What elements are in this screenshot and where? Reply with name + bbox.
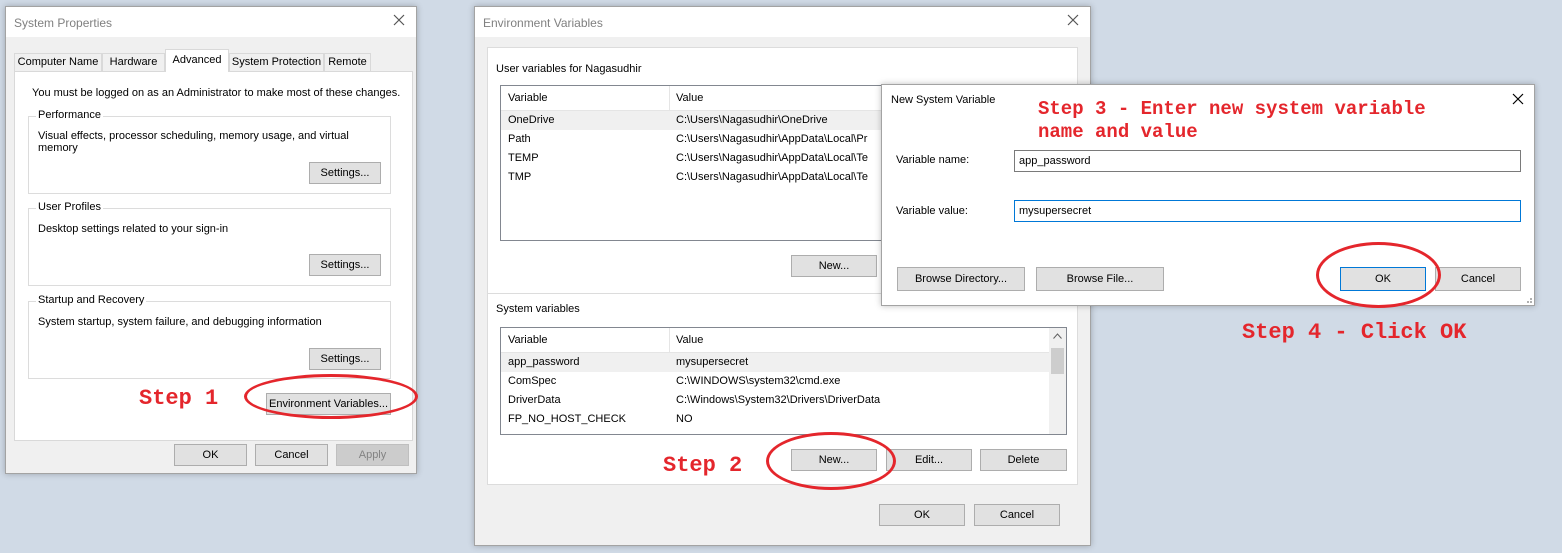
window-title: Environment Variables: [483, 16, 603, 30]
step1-annotation: Step 1: [139, 386, 219, 411]
row-value: NO: [676, 413, 693, 425]
step4-annotation: Step 4 - Click OK: [1242, 320, 1467, 345]
new-system-variable-dialog: New System Variable Variable name: app_p…: [881, 84, 1535, 306]
tab-hardware[interactable]: Hardware: [102, 53, 165, 71]
row-value: C:\Users\Nagasudhir\AppData\Local\Te: [676, 152, 868, 164]
table-row[interactable]: ComSpec C:\WINDOWS\system32\cmd.exe: [501, 372, 1049, 391]
system-new-button[interactable]: New...: [791, 449, 877, 471]
row-variable: Path: [508, 133, 531, 145]
performance-label: Performance: [36, 109, 103, 121]
new-var-cancel-button[interactable]: Cancel: [1435, 267, 1521, 291]
variable-value-input[interactable]: mysupersecret: [1014, 200, 1521, 222]
col-separator: [669, 86, 670, 110]
user-variables-label: User variables for Nagasudhir: [496, 63, 642, 75]
table-row[interactable]: DriverData C:\Windows\System32\Drivers\D…: [501, 391, 1049, 410]
startup-recovery-label: Startup and Recovery: [36, 294, 147, 306]
row-value: C:\Users\Nagasudhir\AppData\Local\Te: [676, 171, 868, 183]
env-titlebar[interactable]: Environment Variables: [475, 7, 1090, 37]
browse-file-button[interactable]: Browse File...: [1036, 267, 1164, 291]
table-row[interactable]: app_password mysupersecret: [501, 353, 1049, 372]
row-variable: OneDrive: [508, 114, 555, 126]
col-separator: [669, 328, 670, 352]
user-profiles-desc: Desktop settings related to your sign-in: [38, 223, 229, 235]
tab-system-protection[interactable]: System Protection: [229, 53, 324, 71]
performance-settings-button[interactable]: Settings...: [309, 162, 381, 184]
user-profiles-settings-button[interactable]: Settings...: [309, 254, 381, 276]
row-variable: app_password: [508, 356, 580, 368]
divider: [488, 71, 1077, 72]
row-variable: TMP: [508, 171, 532, 183]
user-profiles-label: User Profiles: [36, 201, 103, 213]
system-variables-list[interactable]: Variable Value app_password mysupersecre…: [500, 327, 1067, 435]
row-value: C:\Users\Nagasudhir\OneDrive: [676, 114, 828, 126]
step3-annotation: Step 3 - Enter new system variable name …: [1038, 98, 1426, 143]
col-value[interactable]: Value: [676, 92, 703, 104]
startup-settings-button[interactable]: Settings...: [309, 348, 381, 370]
system-delete-button[interactable]: Delete: [980, 449, 1067, 471]
window-title: System Properties: [14, 16, 113, 30]
system-edit-button[interactable]: Edit...: [886, 449, 972, 471]
step2-annotation: Step 2: [663, 453, 743, 478]
user-new-button[interactable]: New...: [791, 255, 877, 277]
dialog-title: New System Variable: [891, 94, 996, 106]
scrollbar-thumb[interactable]: [1051, 348, 1064, 374]
row-variable: TEMP: [508, 152, 539, 164]
col-variable[interactable]: Variable: [508, 92, 548, 104]
row-variable: DriverData: [508, 394, 561, 406]
admin-note: You must be logged on as an Administrato…: [32, 87, 401, 99]
close-icon[interactable]: [1066, 13, 1080, 27]
row-variable: ComSpec: [508, 375, 557, 387]
browse-directory-button[interactable]: Browse Directory...: [897, 267, 1025, 291]
row-variable: FP_NO_HOST_CHECK: [508, 413, 626, 425]
variable-name-input[interactable]: app_password: [1014, 150, 1521, 172]
performance-group: Performance Visual effects, processor sc…: [28, 109, 391, 194]
env-cancel-button[interactable]: Cancel: [974, 504, 1060, 526]
sysprop-ok-button[interactable]: OK: [174, 444, 247, 466]
new-var-ok-button[interactable]: OK: [1340, 267, 1426, 291]
env-ok-button[interactable]: OK: [879, 504, 965, 526]
col-value[interactable]: Value: [676, 334, 703, 346]
sysprop-apply-button[interactable]: Apply: [336, 444, 409, 466]
startup-recovery-group: Startup and Recovery System startup, sys…: [28, 294, 391, 379]
row-value: C:\WINDOWS\system32\cmd.exe: [676, 375, 841, 387]
variable-value-label: Variable value:: [896, 205, 968, 217]
sysprop-cancel-button[interactable]: Cancel: [255, 444, 328, 466]
variable-name-label: Variable name:: [896, 154, 970, 166]
table-row[interactable]: FP_NO_HOST_CHECK NO: [501, 410, 1049, 429]
col-variable[interactable]: Variable: [508, 334, 548, 346]
row-value: C:\Windows\System32\Drivers\DriverData: [676, 394, 881, 406]
environment-variables-button[interactable]: Environment Variables...: [266, 393, 391, 415]
system-properties-titlebar[interactable]: System Properties: [6, 7, 416, 37]
list-header: Variable Value: [501, 328, 1066, 353]
performance-desc: Visual effects, processor scheduling, me…: [38, 130, 349, 154]
close-icon[interactable]: [1512, 93, 1524, 105]
row-value: mysupersecret: [676, 356, 749, 368]
row-value: C:\Users\Nagasudhir\AppData\Local\Pr: [676, 133, 868, 145]
resize-grip-icon[interactable]: [1524, 295, 1532, 303]
system-variables-label: System variables: [496, 303, 580, 315]
startup-recovery-desc: System startup, system failure, and debu…: [38, 316, 322, 328]
scroll-up-icon[interactable]: [1053, 333, 1062, 339]
tab-computer-name[interactable]: Computer Name: [14, 53, 102, 71]
user-profiles-group: User Profiles Desktop settings related t…: [28, 201, 391, 286]
tab-remote[interactable]: Remote: [324, 53, 371, 71]
tab-advanced[interactable]: Advanced: [165, 49, 229, 72]
close-icon[interactable]: [392, 13, 406, 27]
vertical-scrollbar[interactable]: [1049, 328, 1066, 434]
